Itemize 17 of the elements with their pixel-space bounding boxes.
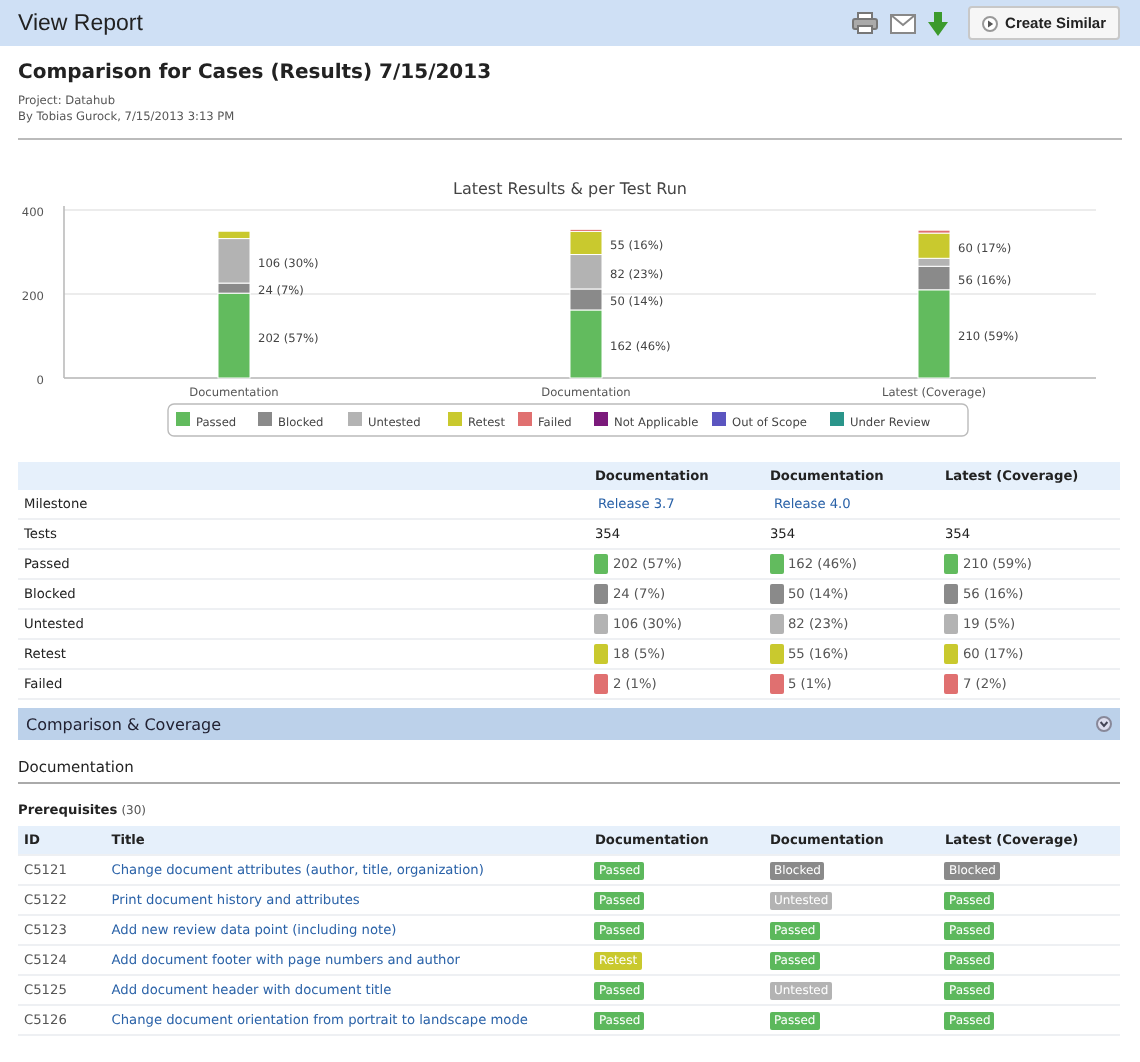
legend-swatch xyxy=(594,412,608,426)
report-title: Comparison for Cases (Results) 7/15/2013 xyxy=(18,62,494,84)
legend-swatch xyxy=(258,412,272,426)
section-title: Comparison & Coverage xyxy=(26,715,222,733)
chart-title: Latest Results & per Test Run xyxy=(453,180,687,198)
play-icon xyxy=(981,15,998,31)
legend-swatch xyxy=(448,412,462,426)
print-icon[interactable] xyxy=(851,12,878,34)
legend-swatch xyxy=(712,412,726,426)
page-title: View Report xyxy=(18,11,143,35)
legend-swatch xyxy=(518,412,532,426)
collapse-icon[interactable] xyxy=(1096,716,1112,732)
download-icon[interactable] xyxy=(927,11,948,35)
legend-swatch xyxy=(830,412,844,426)
legend-swatch xyxy=(176,412,190,426)
mail-icon[interactable] xyxy=(889,13,916,33)
legend-swatch xyxy=(348,412,362,426)
